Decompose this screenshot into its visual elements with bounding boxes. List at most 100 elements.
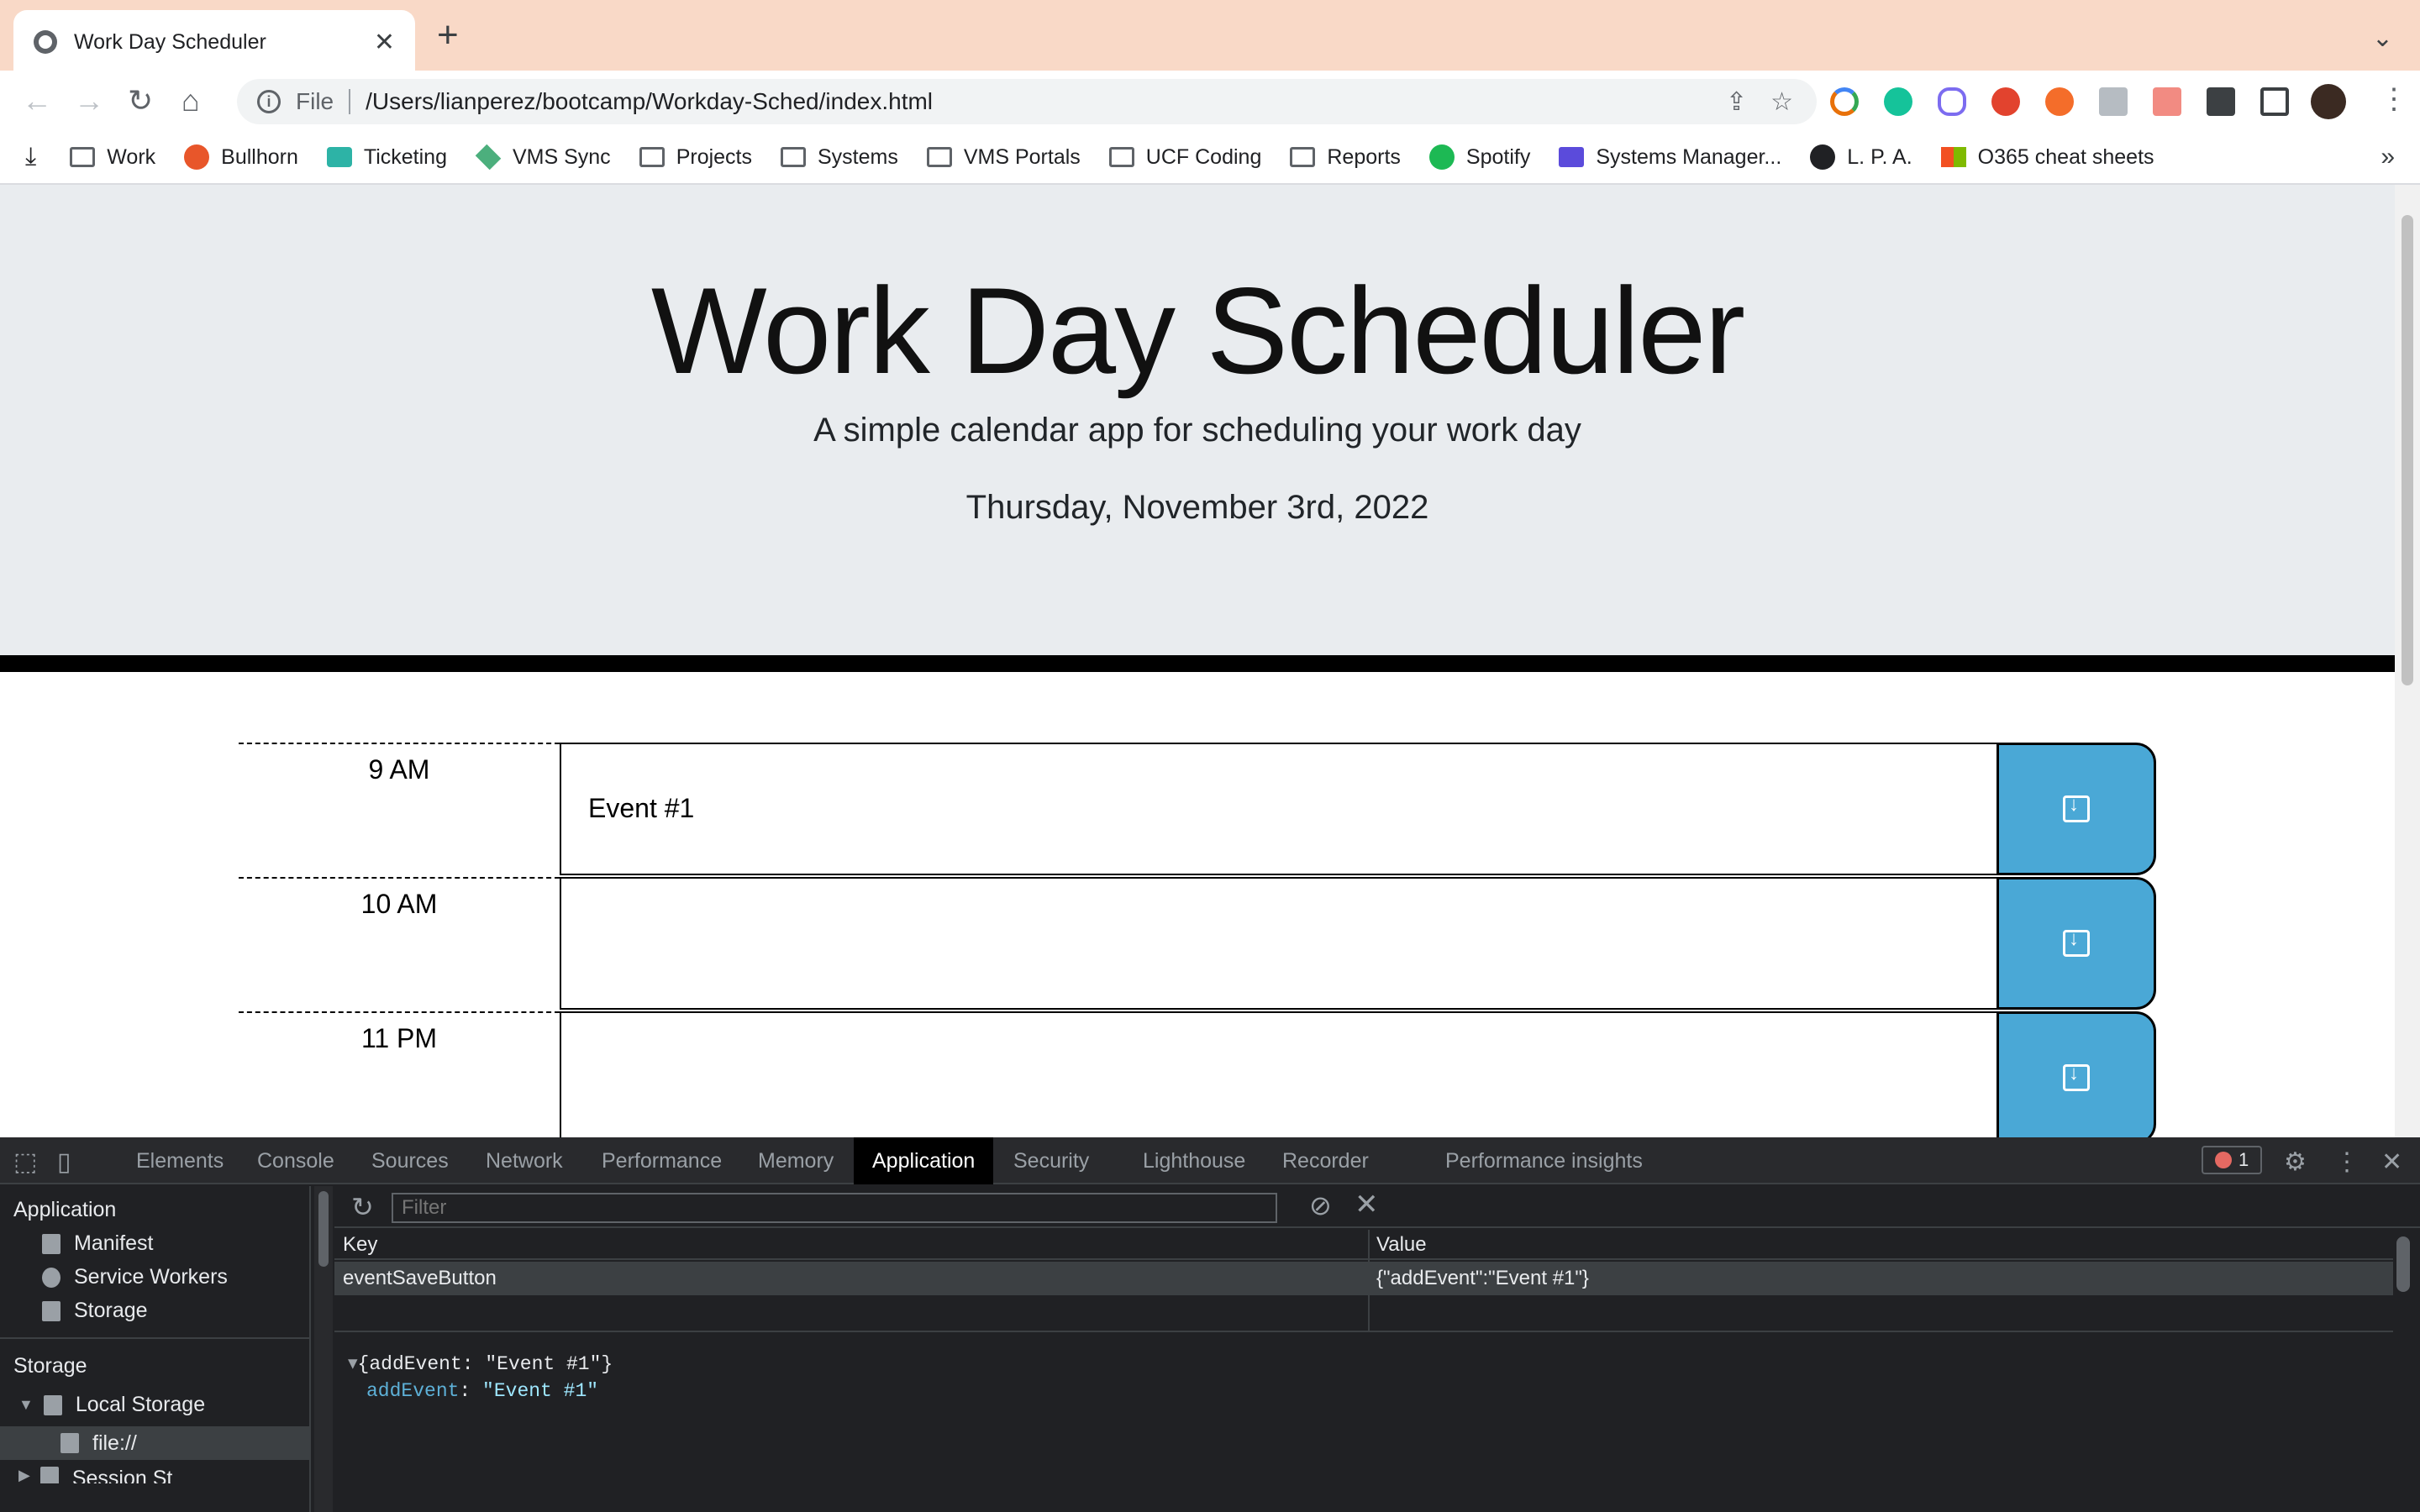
tab-recorder[interactable]: Recorder <box>1264 1137 1387 1184</box>
refresh-icon[interactable]: ↻ <box>351 1191 374 1223</box>
error-count-badge[interactable]: 1 <box>2202 1146 2263 1174</box>
page-scrollbar-thumb[interactable] <box>2402 215 2413 685</box>
bookmark-reports[interactable]: Reports <box>1290 145 1401 170</box>
storage-value-cell[interactable]: {"addEvent":"Event #1"} <box>1376 1267 1589 1290</box>
close-devtools-icon[interactable]: ✕ <box>2381 1147 2402 1177</box>
extension-color-icon[interactable] <box>1830 87 1859 116</box>
expand-triangle-icon[interactable]: ▼ <box>18 1396 34 1414</box>
table-row[interactable]: eventSaveButton {"addEvent":"Event #1"} <box>334 1262 2393 1295</box>
bookmark-projects[interactable]: Projects <box>639 145 752 170</box>
browser-tab[interactable]: Work Day Scheduler ✕ <box>13 10 415 74</box>
globe-icon <box>34 30 57 54</box>
side-panel-icon[interactable] <box>2260 87 2289 116</box>
tab-memory[interactable]: Memory <box>739 1137 852 1184</box>
clear-all-icon[interactable]: ⊘ <box>1309 1189 1332 1221</box>
event-textarea[interactable] <box>560 877 1996 1010</box>
devtools-menu-icon[interactable]: ⋮ <box>2334 1147 2360 1177</box>
sidebar-scrollbar-thumb[interactable] <box>318 1191 329 1267</box>
filter-input[interactable] <box>392 1193 1277 1223</box>
save-button[interactable] <box>1996 877 2156 1010</box>
tab-performance-insights[interactable]: Performance insights <box>1427 1137 1661 1184</box>
red-extension-icon[interactable] <box>1991 87 2020 116</box>
profile-avatar[interactable] <box>2311 84 2346 119</box>
tab-security[interactable]: Security <box>995 1137 1107 1184</box>
inspect-element-icon[interactable]: ⬚ <box>13 1147 37 1177</box>
bookmarks-overflow-icon[interactable]: » <box>2381 143 2395 171</box>
bookmark-label: Ticketing <box>363 144 447 169</box>
bookmark-spotify[interactable]: Spotify <box>1428 144 1530 170</box>
orange-extension-icon[interactable] <box>2045 87 2074 116</box>
bookmark-systems-manager[interactable]: Systems Manager... <box>1559 145 1781 170</box>
new-tab-button[interactable]: + <box>437 17 459 54</box>
tab-sources[interactable]: Sources <box>353 1137 467 1184</box>
puzzle-icon[interactable] <box>2207 87 2235 116</box>
event-textarea[interactable]: Event #1 <box>560 743 1996 875</box>
tab-performance[interactable]: Performance <box>583 1137 740 1184</box>
vms-sync-icon <box>475 144 502 171</box>
screencast-extension-icon[interactable] <box>2153 87 2181 116</box>
device-toolbar-icon[interactable]: ▯ <box>57 1147 71 1177</box>
expand-triangle-icon[interactable]: ▾ <box>348 1353 358 1375</box>
close-tab-icon[interactable]: ✕ <box>374 28 395 57</box>
forward-icon[interactable]: → <box>74 82 104 119</box>
tab-search-icon[interactable]: ⌄ <box>2372 24 2393 53</box>
sidebar-item-service-workers[interactable]: Service Workers <box>42 1265 228 1289</box>
bookmark-lpa[interactable]: L. P. A. <box>1810 144 1912 170</box>
event-textarea[interactable] <box>560 1011 1996 1137</box>
sidebar-scrollbar[interactable] <box>314 1186 333 1512</box>
tab-lighthouse[interactable]: Lighthouse <box>1124 1137 1264 1184</box>
bookmark-vms-portals[interactable]: VMS Portals <box>926 145 1081 170</box>
address-bar[interactable]: i File /Users/lianperez/bootcamp/Workday… <box>237 79 1817 124</box>
sidebar-item-session-storage[interactable]: ▶ Session St <box>18 1467 172 1483</box>
bookmark-star-icon[interactable]: ☆ <box>1770 87 1793 117</box>
table-icon <box>60 1433 79 1453</box>
bookmark-vms-sync[interactable]: VMS Sync <box>475 144 611 171</box>
delete-selected-icon[interactable]: ✕ <box>1355 1188 1379 1221</box>
downloads-icon[interactable]: ⤓ <box>25 143 36 171</box>
hour-label: 11 PM <box>239 1011 560 1137</box>
gray-extension-icon[interactable] <box>2099 87 2128 116</box>
bookmark-o365[interactable]: O365 cheat sheets <box>1940 145 2154 170</box>
page-scrollbar[interactable] <box>2395 185 2420 1137</box>
bookmark-label: L. P. A. <box>1847 144 1912 169</box>
reload-icon[interactable]: ↻ <box>128 82 153 119</box>
current-day: Thursday, November 3rd, 2022 <box>965 489 1429 526</box>
url-text[interactable]: /Users/lianperez/bootcamp/Workday-Sched/… <box>366 88 1726 115</box>
back-icon[interactable]: ← <box>22 82 52 119</box>
devtools-panel: ⬚ ▯ Elements Console Sources Network Per… <box>0 1137 2420 1512</box>
table-empty-row <box>334 1295 2393 1332</box>
site-info-icon[interactable]: i <box>257 90 281 113</box>
storage-key-cell[interactable]: eventSaveButton <box>343 1267 497 1290</box>
bookmark-ticketing[interactable]: Ticketing <box>326 144 447 170</box>
tab-console[interactable]: Console <box>239 1137 353 1184</box>
bookmark-ucf-coding[interactable]: UCF Coding <box>1108 145 1261 170</box>
tab-elements[interactable]: Elements <box>118 1137 242 1184</box>
home-icon[interactable]: ⌂ <box>182 82 200 119</box>
bookmark-label: VMS Sync <box>512 144 611 169</box>
sidebar-item-file-origin[interactable]: file:// <box>0 1426 311 1460</box>
settings-gear-icon[interactable]: ⚙ <box>2284 1147 2307 1177</box>
table-scrollbar[interactable] <box>2396 1236 2410 1292</box>
bookmark-work[interactable]: Work <box>70 145 155 170</box>
expand-triangle-icon[interactable]: ▶ <box>18 1467 30 1483</box>
cloud-extension-icon[interactable] <box>1938 87 1966 116</box>
bookmark-label: Projects <box>676 144 752 169</box>
tab-application[interactable]: Application <box>854 1137 994 1184</box>
bookmark-bullhorn[interactable]: Bullhorn <box>184 144 298 170</box>
key-column-header[interactable]: Key <box>343 1233 377 1257</box>
sidebar-item-storage[interactable]: Storage <box>42 1299 148 1323</box>
devtools-tabbar: ⬚ ▯ Elements Console Sources Network Per… <box>0 1137 2420 1184</box>
value-column-header[interactable]: Value <box>1376 1233 1427 1257</box>
save-button[interactable] <box>1996 743 2156 875</box>
grammarly-icon[interactable] <box>1884 87 1912 116</box>
preview-summary-line[interactable]: ▾{addEvent: "Event #1"} <box>348 1351 613 1378</box>
save-button[interactable] <box>1996 1011 2156 1137</box>
bookmark-systems[interactable]: Systems <box>781 145 898 170</box>
browser-menu-icon[interactable]: ⋮ <box>2380 82 2408 116</box>
folder-icon <box>639 147 665 167</box>
sidebar-item-manifest[interactable]: Manifest <box>42 1231 153 1256</box>
preview-property-value: "Event #1" <box>482 1380 599 1402</box>
tab-network[interactable]: Network <box>467 1137 581 1184</box>
share-icon[interactable]: ⇪ <box>1726 87 1747 117</box>
sidebar-item-local-storage[interactable]: ▼ Local Storage <box>18 1393 205 1417</box>
